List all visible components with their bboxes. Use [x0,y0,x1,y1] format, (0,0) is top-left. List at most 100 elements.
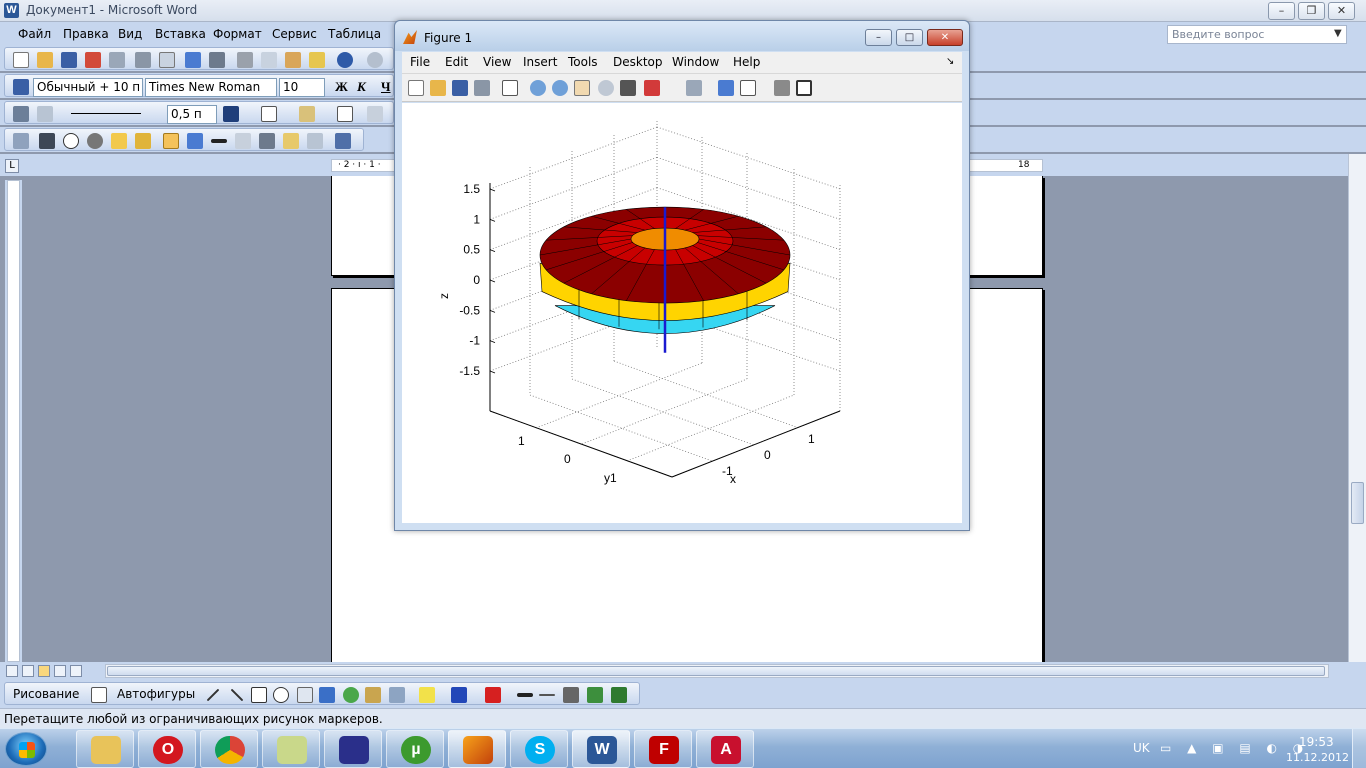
horizontal-scroll-track[interactable] [105,664,1329,678]
taskbar-utorrent[interactable]: µ [386,730,444,768]
compress-picture-icon[interactable] [235,133,251,149]
format-painter-icon[interactable] [309,52,325,68]
vertical-scrollbar[interactable] [1348,154,1366,662]
figure-titlebar[interactable]: Figure 1 – □ ✕ [395,21,969,51]
bold-button[interactable]: Ж [335,79,348,95]
fig-new-icon[interactable] [408,80,424,96]
fig-save-icon[interactable] [452,80,468,96]
menu-format[interactable]: Формат [213,27,262,41]
zoom-out-icon[interactable] [552,80,568,96]
autoshapes-menu-button[interactable]: Автофигуры [117,687,195,701]
taskbar-filezilla[interactable]: F [634,730,692,768]
copy-icon[interactable] [261,52,277,68]
dock-figure-icon[interactable]: ↘ [946,56,954,67]
print-layout-button[interactable] [38,665,50,677]
hide-plot-tools-icon[interactable] [774,80,790,96]
fig-menu-view[interactable]: View [483,55,511,69]
clock-time[interactable]: 19:53 [1299,735,1334,749]
fill-color-icon[interactable] [419,687,435,703]
data-cursor-icon[interactable] [620,80,636,96]
menu-edit[interactable]: Правка [63,27,109,41]
taskbar-opera[interactable]: O [138,730,196,768]
fig-menu-window[interactable]: Window [672,55,719,69]
pan-icon[interactable] [574,80,590,96]
plot-area[interactable]: 1.5 1 0.5 0 -0.5 -1 -1.5 z 1 0 y1 -1 x 0 1 [402,103,962,523]
line-color-icon[interactable] [451,687,467,703]
line-style-icon[interactable] [211,139,227,143]
line-weight-icon[interactable] [517,693,533,697]
vertical-ruler-strip[interactable] [7,180,20,662]
new-document-icon[interactable] [13,52,29,68]
style-select[interactable]: Обычный + 10 п [33,78,143,97]
eraser-icon[interactable] [37,106,53,122]
redo-icon[interactable] [367,52,383,68]
shadow-icon[interactable] [587,687,603,703]
insert-picture-icon[interactable] [13,133,29,149]
taskbar-save-app[interactable] [324,730,382,768]
taskbar-word[interactable]: W [572,730,630,768]
clip-art-icon[interactable] [365,687,381,703]
show-desktop-button[interactable] [1352,729,1366,768]
set-transparent-color-icon[interactable] [307,133,323,149]
figure-minimize-button[interactable]: – [865,29,892,46]
permission-icon[interactable] [85,52,101,68]
less-contrast-icon[interactable] [87,133,103,149]
italic-button[interactable]: К [357,79,366,95]
drawing-menu-button[interactable]: Рисование [13,687,79,701]
reading-view-button[interactable] [70,665,82,677]
open-folder-icon[interactable] [37,52,53,68]
print-icon[interactable] [135,52,151,68]
colorbar-icon[interactable] [718,80,734,96]
underline-button[interactable]: Ч [381,79,391,95]
menu-tools[interactable]: Сервис [272,27,317,41]
fig-menu-edit[interactable]: Edit [445,55,468,69]
undo-icon[interactable] [337,52,353,68]
more-brightness-icon[interactable] [111,133,127,149]
start-button[interactable] [5,732,47,766]
ask-question-input[interactable]: Введите вопрос [1167,25,1347,44]
brush-icon[interactable] [644,80,660,96]
show-plot-tools-icon[interactable] [796,80,812,96]
zoom-in-icon[interactable] [530,80,546,96]
ask-dropdown-icon[interactable]: ▼ [1334,28,1342,39]
figure-maximize-button[interactable]: □ [896,29,923,46]
rotate-3d-icon[interactable] [598,80,614,96]
format-picture-icon[interactable] [283,133,299,149]
save-icon[interactable] [61,52,77,68]
taskbar-acrobat[interactable]: A [696,730,754,768]
taskbar-folder[interactable] [262,730,320,768]
line-weight-select[interactable]: 0,5 п [167,105,217,124]
email-icon[interactable] [109,52,125,68]
normal-view-button[interactable] [6,665,18,677]
print-preview-icon[interactable] [159,52,175,68]
taskbar-skype[interactable]: S [510,730,568,768]
vertical-scroll-thumb[interactable] [1351,482,1364,524]
font-color-icon[interactable] [485,687,501,703]
fig-menu-desktop[interactable]: Desktop [613,55,663,69]
taskbar-chrome[interactable] [200,730,258,768]
taskbar-matlab[interactable] [448,730,506,768]
oval-icon[interactable] [273,687,289,703]
shading-color-icon[interactable] [299,106,315,122]
link-plot-icon[interactable] [686,80,702,96]
outside-border-icon[interactable] [261,106,277,122]
wordart-icon[interactable] [319,687,335,703]
arrow-style-icon[interactable] [563,687,579,703]
fig-menu-insert[interactable]: Insert [523,55,557,69]
text-wrapping-icon[interactable] [259,133,275,149]
line-icon[interactable] [206,688,220,702]
rotate-icon[interactable] [187,133,203,149]
tray-language[interactable]: UK [1133,741,1150,755]
menu-view[interactable]: Вид [118,27,142,41]
border-color-icon[interactable] [223,106,239,122]
fig-menu-help[interactable]: Help [733,55,760,69]
reset-picture-icon[interactable] [335,133,351,149]
spelling-icon[interactable] [185,52,201,68]
legend-icon[interactable] [740,80,756,96]
dash-style-icon[interactable] [539,694,555,696]
line-style-preview[interactable] [71,113,141,114]
font-size-select[interactable]: 10 [279,78,325,97]
font-select[interactable]: Times New Roman [145,78,277,97]
menu-table[interactable]: Таблица [328,27,381,41]
arrow-icon[interactable] [230,688,244,702]
